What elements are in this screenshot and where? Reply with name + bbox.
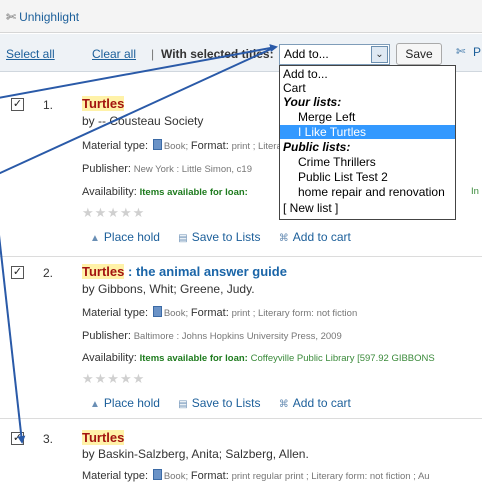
annotation-arrow bbox=[0, 234, 26, 444]
annotation-arrow bbox=[0, 44, 278, 99]
annotation-arrow bbox=[0, 48, 272, 175]
annotation-arrows bbox=[0, 44, 278, 444]
